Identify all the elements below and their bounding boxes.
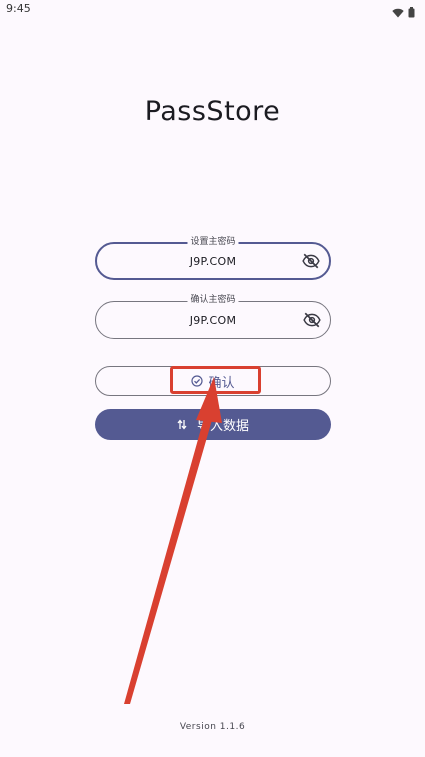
- eye-off-icon[interactable]: [302, 252, 320, 270]
- confirm-password-value[interactable]: J9P.COM: [96, 302, 330, 338]
- confirm-password-field[interactable]: 确认主密码 J9P.COM: [95, 294, 331, 339]
- status-icons: [392, 3, 415, 22]
- version-text: Version 1.1.6: [179, 722, 246, 732]
- app-title: PassStore: [144, 96, 281, 127]
- set-password-value[interactable]: J9P.COM: [97, 244, 329, 278]
- status-bar: 9:45: [0, 0, 425, 20]
- battery-icon: [408, 3, 415, 22]
- import-data-label: 导入数据: [196, 419, 249, 434]
- set-password-field[interactable]: 设置主密码 J9P.COM: [95, 236, 331, 280]
- eye-off-icon[interactable]: [303, 311, 321, 329]
- wifi-icon: [392, 3, 404, 22]
- annotation-highlight-box: [170, 366, 261, 394]
- import-data-button[interactable]: 导入数据: [95, 409, 331, 440]
- status-time: 9:45: [6, 2, 31, 15]
- swap-vertical-icon: [177, 415, 187, 434]
